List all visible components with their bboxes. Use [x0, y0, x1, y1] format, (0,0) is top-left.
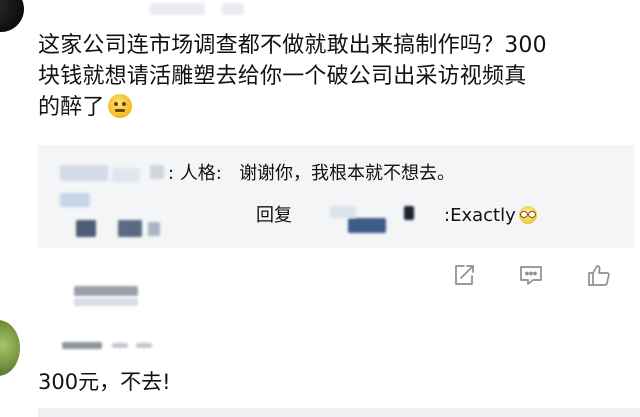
reply-line-1: : 人格: 谢谢你，我根本就不想去。 — [168, 162, 455, 186]
blurred-username — [112, 168, 140, 182]
blurred-text — [222, 3, 244, 15]
share-icon[interactable] — [451, 262, 477, 288]
glasses-emoji-icon — [518, 206, 537, 224]
blurred-text — [150, 3, 205, 15]
blurred-username — [74, 298, 138, 306]
blurred-avatar — [118, 220, 142, 237]
blurred-avatar — [60, 193, 90, 207]
post-text-line-1: 这家公司连市场调查都不做就敢出来搞制作吗？300 — [38, 33, 547, 58]
blurred-username — [62, 342, 102, 349]
blurred-username — [136, 343, 152, 348]
dizzy-face-emoji-icon — [107, 94, 132, 118]
reply-text: 谢谢你，我根本就不想去。 — [239, 163, 456, 184]
user-avatar[interactable] — [0, 0, 24, 32]
like-icon[interactable] — [586, 262, 612, 288]
reply-username-suffix[interactable]: 人格: — [180, 163, 222, 184]
blurred-username — [74, 286, 138, 296]
post-text-line-2: 块钱就想请活雕塑去给你一个破公司出采访视频真 — [38, 64, 527, 89]
blurred-username — [150, 165, 164, 179]
post-text-line-3: 的醉了 — [38, 95, 105, 120]
reply-label: 回复 — [256, 205, 292, 226]
comment-text: 300元，不去! — [38, 370, 171, 394]
reply-line-2: 回复 :Exactly — [256, 204, 537, 228]
blurred-avatar — [148, 222, 160, 236]
reply-text-exactly: :Exactly — [444, 205, 516, 226]
weibo-comment-screenshot: 这家公司连市场调查都不做就敢出来搞制作吗？300 块钱就想请活雕塑去给你一个破公司… — [0, 0, 640, 417]
blurred-avatar — [76, 220, 96, 237]
blurred-username — [112, 343, 128, 348]
user-avatar[interactable] — [0, 320, 20, 376]
divider — [38, 408, 640, 417]
reply-colon: : — [168, 163, 175, 184]
comment-icon[interactable] — [518, 262, 544, 288]
post-body: 这家公司连市场调查都不做就敢出来搞制作吗？300 块钱就想请活雕塑去给你一个破公司… — [38, 30, 634, 123]
blurred-username — [60, 165, 108, 181]
